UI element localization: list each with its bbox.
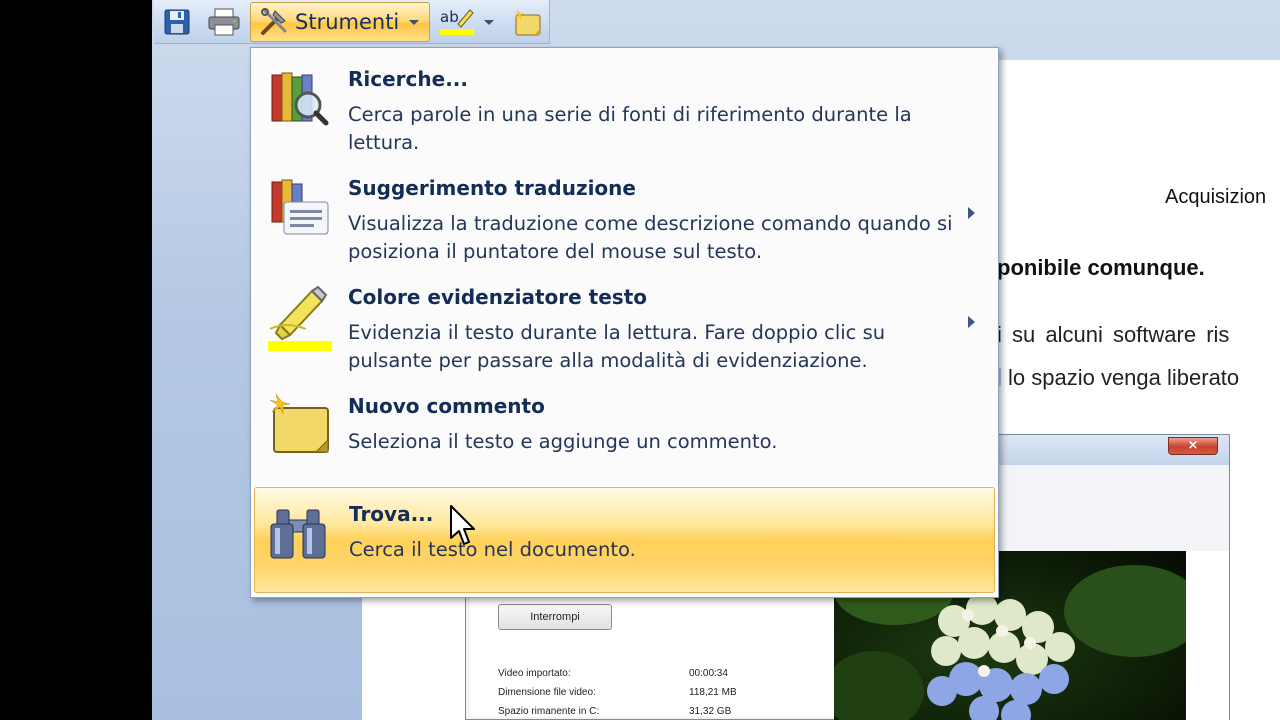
menu-item-description: Seleziona il testo e aggiunge un comment… <box>348 430 778 453</box>
text-highlight-button[interactable]: ab <box>436 4 498 40</box>
new-comment-icon <box>513 9 541 36</box>
letterbox-left <box>0 0 152 720</box>
tools-icon <box>261 8 287 35</box>
print-icon <box>208 8 240 36</box>
screen: Acquisizion ponibile comunque. i su alcu… <box>0 0 1280 720</box>
chevron-down-icon <box>409 19 420 25</box>
highlighter-icon <box>268 285 332 351</box>
submenu-arrow-icon <box>968 207 975 219</box>
new-comment-button[interactable] <box>506 4 546 40</box>
mouse-cursor-icon <box>450 505 475 545</box>
text-highlight-icon: ab <box>440 8 474 35</box>
binoculars-icon <box>270 509 326 559</box>
document-text-line: lo spazio venga liberato <box>1008 365 1240 390</box>
menu-item-research[interactable]: Ricerche... Cerca parole in una serie di… <box>254 53 995 159</box>
stat-value: 31,32 GB <box>689 706 732 717</box>
tools-menu-button[interactable]: Strumenti <box>250 2 430 42</box>
submenu-arrow-icon <box>968 316 975 328</box>
close-icon: × <box>1168 437 1218 455</box>
menu-item-find[interactable]: Trova... Cerca il testo nel documento. <box>254 487 995 593</box>
menu-item-title: Colore evidenziatore testo <box>348 285 647 309</box>
stat-label: Video importato: <box>498 668 571 679</box>
stop-button: Interrompi <box>498 604 612 630</box>
chevron-down-icon[interactable] <box>484 19 494 25</box>
document-heading: Acquisizion <box>1165 186 1267 208</box>
stat-label: Dimensione file video: <box>498 687 596 698</box>
menu-item-new-comment[interactable]: Nuovo commento Seleziona il testo e aggi… <box>254 380 995 486</box>
save-button[interactable] <box>158 4 196 40</box>
menu-item-description: Visualizza la traduzione come descrizion… <box>348 212 953 263</box>
menu-item-title: Trova... <box>349 502 434 526</box>
document-bold-text: ponibile comunque. <box>997 255 1205 280</box>
svg-text:ab: ab <box>440 8 459 26</box>
comment-icon <box>269 393 329 453</box>
save-icon <box>164 9 190 35</box>
research-icon <box>271 72 329 126</box>
menu-item-translation[interactable]: Suggerimento traduzione Visualizza la tr… <box>254 162 995 268</box>
menu-item-title: Nuovo commento <box>348 394 545 418</box>
menu-item-description: Cerca il testo nel documento. <box>349 538 636 561</box>
menu-item-highlighter[interactable]: Colore evidenziatore testo Evidenzia il … <box>254 271 995 377</box>
tools-dropdown-menu: Ricerche... Cerca parole in una serie di… <box>250 47 999 598</box>
translation-icon <box>271 179 329 235</box>
quick-access-toolbar: Strumenti ab <box>154 0 550 44</box>
photo-frame <box>1186 551 1229 720</box>
menu-item-description: Cerca parole in una serie di fonti di ri… <box>348 103 912 154</box>
menu-item-description: Evidenzia il testo durante la lettura. F… <box>348 321 886 372</box>
tools-menu-label: Strumenti <box>295 10 400 34</box>
menu-item-title: Ricerche... <box>348 67 468 91</box>
menu-item-title: Suggerimento traduzione <box>348 176 636 200</box>
stat-value: 118,21 MB <box>689 687 737 698</box>
document-text-line: i su alcuni software ris <box>997 322 1230 347</box>
print-button[interactable] <box>202 4 246 40</box>
stat-value: 00:00:34 <box>689 668 728 679</box>
stat-label: Spazio rimanente in C: <box>498 706 600 717</box>
